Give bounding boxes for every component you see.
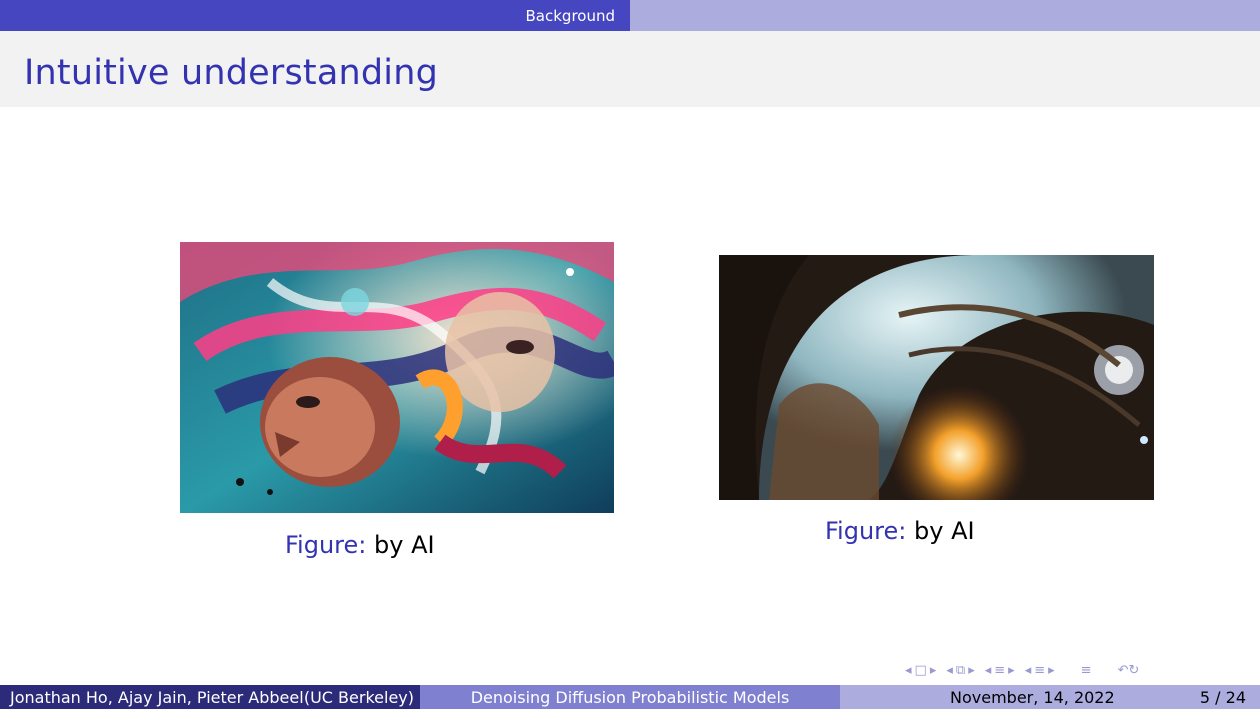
figure-1-image xyxy=(180,242,614,513)
subsection-prev-icon[interactable]: ◂ xyxy=(946,663,953,678)
figure-1-caption: Figure: by AI xyxy=(285,531,435,559)
figure-1-caption-text: by AI xyxy=(366,531,435,559)
frame-next-icon[interactable]: ▸ xyxy=(930,663,937,678)
section-prev-icon[interactable]: ◂ xyxy=(985,663,992,678)
subsection-next-icon[interactable]: ▸ xyxy=(968,663,975,678)
figure-2-caption-text: by AI xyxy=(906,517,975,545)
subsection-icon[interactable]: ⧉ xyxy=(956,663,965,678)
figure-2-image xyxy=(719,255,1154,500)
section-next-icon[interactable]: ▸ xyxy=(1008,663,1015,678)
footer-affiliation: (UC Berkeley) xyxy=(303,687,414,707)
undo-search-icon[interactable]: ↶↻ xyxy=(1118,663,1140,678)
header-navigation: Background xyxy=(0,0,1260,31)
section-navigation-empty xyxy=(630,0,1260,31)
frame-icon[interactable]: □ xyxy=(915,663,927,678)
section-navigation-current[interactable]: Background xyxy=(0,0,630,31)
frame-prev-icon[interactable]: ◂ xyxy=(905,663,912,678)
footer-authors: Jonathan Ho, Ajay Jain, Pieter Abbeel (U… xyxy=(0,685,420,709)
align-icon[interactable]: ≡ xyxy=(1081,663,1092,678)
footer-title-text: Denoising Diffusion Probabilistic Models xyxy=(470,687,790,707)
figure-2-caption-label: Figure: xyxy=(825,517,907,545)
figure-2-caption: Figure: by AI xyxy=(825,517,975,545)
subsection-2-icon[interactable]: ≡ xyxy=(1034,663,1045,678)
section-label[interactable]: Background xyxy=(526,7,631,25)
subsection-prev-2-icon[interactable]: ◂ xyxy=(1025,663,1032,678)
frame-title-bar: Intuitive understanding xyxy=(0,31,1260,107)
footer-date-page: November, 14, 2022 5 / 24 xyxy=(840,685,1260,709)
page-title: Intuitive understanding xyxy=(24,53,438,93)
footer: Jonathan Ho, Ajay Jain, Pieter Abbeel (U… xyxy=(0,685,1260,709)
footer-page-number: 5 / 24 xyxy=(1199,687,1246,707)
figure-1-caption-label: Figure: xyxy=(285,531,367,559)
subsection-next-2-icon[interactable]: ▸ xyxy=(1048,663,1055,678)
section-icon[interactable]: ≡ xyxy=(994,663,1005,678)
navigation-symbols: ◂ □ ▸ ◂ ⧉ ▸ ◂ ≡ ▸ ◂ ≡ ▸ ≡ ↶↻ xyxy=(905,660,1142,680)
footer-date: November, 14, 2022 xyxy=(950,687,1115,707)
footer-author-names: Jonathan Ho, Ajay Jain, Pieter Abbeel xyxy=(10,687,304,707)
footer-title: Denoising Diffusion Probabilistic Models xyxy=(420,685,840,709)
